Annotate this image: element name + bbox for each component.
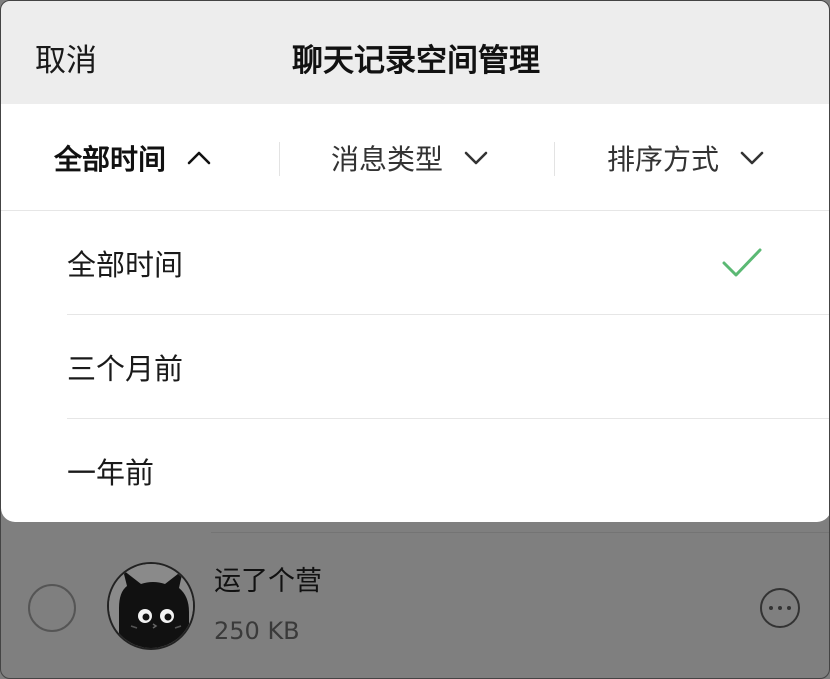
- chat-name: 运了个营: [214, 566, 322, 597]
- avatar: [107, 562, 195, 650]
- filter-message-type[interactable]: 消息类型: [331, 134, 489, 182]
- filter-divider: [279, 142, 280, 176]
- filter-sort[interactable]: 排序方式: [607, 134, 765, 182]
- time-option-label: 三个月前: [67, 351, 184, 386]
- time-option-one-year[interactable]: 一年前: [67, 419, 829, 523]
- dot: [778, 606, 782, 610]
- radio-circle-icon[interactable]: [28, 584, 76, 632]
- time-option-three-months[interactable]: 三个月前: [67, 315, 829, 419]
- chevron-down-icon: [464, 151, 488, 165]
- more-options-icon[interactable]: [760, 588, 800, 628]
- page-title: 聊天记录空间管理: [292, 43, 540, 79]
- filter-time[interactable]: 全部时间: [54, 134, 212, 182]
- list-item: 运了个营 250 KB: [1, 522, 829, 678]
- dot: [787, 606, 791, 610]
- filter-divider: [554, 142, 555, 176]
- row-divider: [211, 532, 829, 533]
- time-option-label: 一年前: [67, 456, 155, 490]
- black-cat-icon: [109, 564, 193, 648]
- filter-message-type-label: 消息类型: [331, 143, 444, 176]
- filter-dropdown-sheet: 全部时间 消息类型 排序方式 全部时间 三个月前 一年前: [1, 104, 829, 523]
- chevron-up-icon: [187, 151, 211, 165]
- chat-size: 250 KB: [214, 617, 300, 645]
- time-option-all[interactable]: 全部时间: [67, 211, 829, 315]
- filter-sort-label: 排序方式: [607, 143, 720, 176]
- app-frame: 取消 聊天记录空间管理 全部时间 消息类型 排序方式 全部时间 三个月前 一年前…: [0, 0, 830, 679]
- filter-time-label: 全部时间: [54, 143, 167, 176]
- dot: [769, 606, 773, 610]
- chevron-down-icon: [740, 151, 764, 165]
- filter-bar: 全部时间 消息类型 排序方式: [1, 104, 829, 211]
- time-option-label: 全部时间: [67, 247, 184, 282]
- checkmark-icon: [722, 248, 762, 277]
- nav-header: 取消 聊天记录空间管理: [1, 1, 829, 104]
